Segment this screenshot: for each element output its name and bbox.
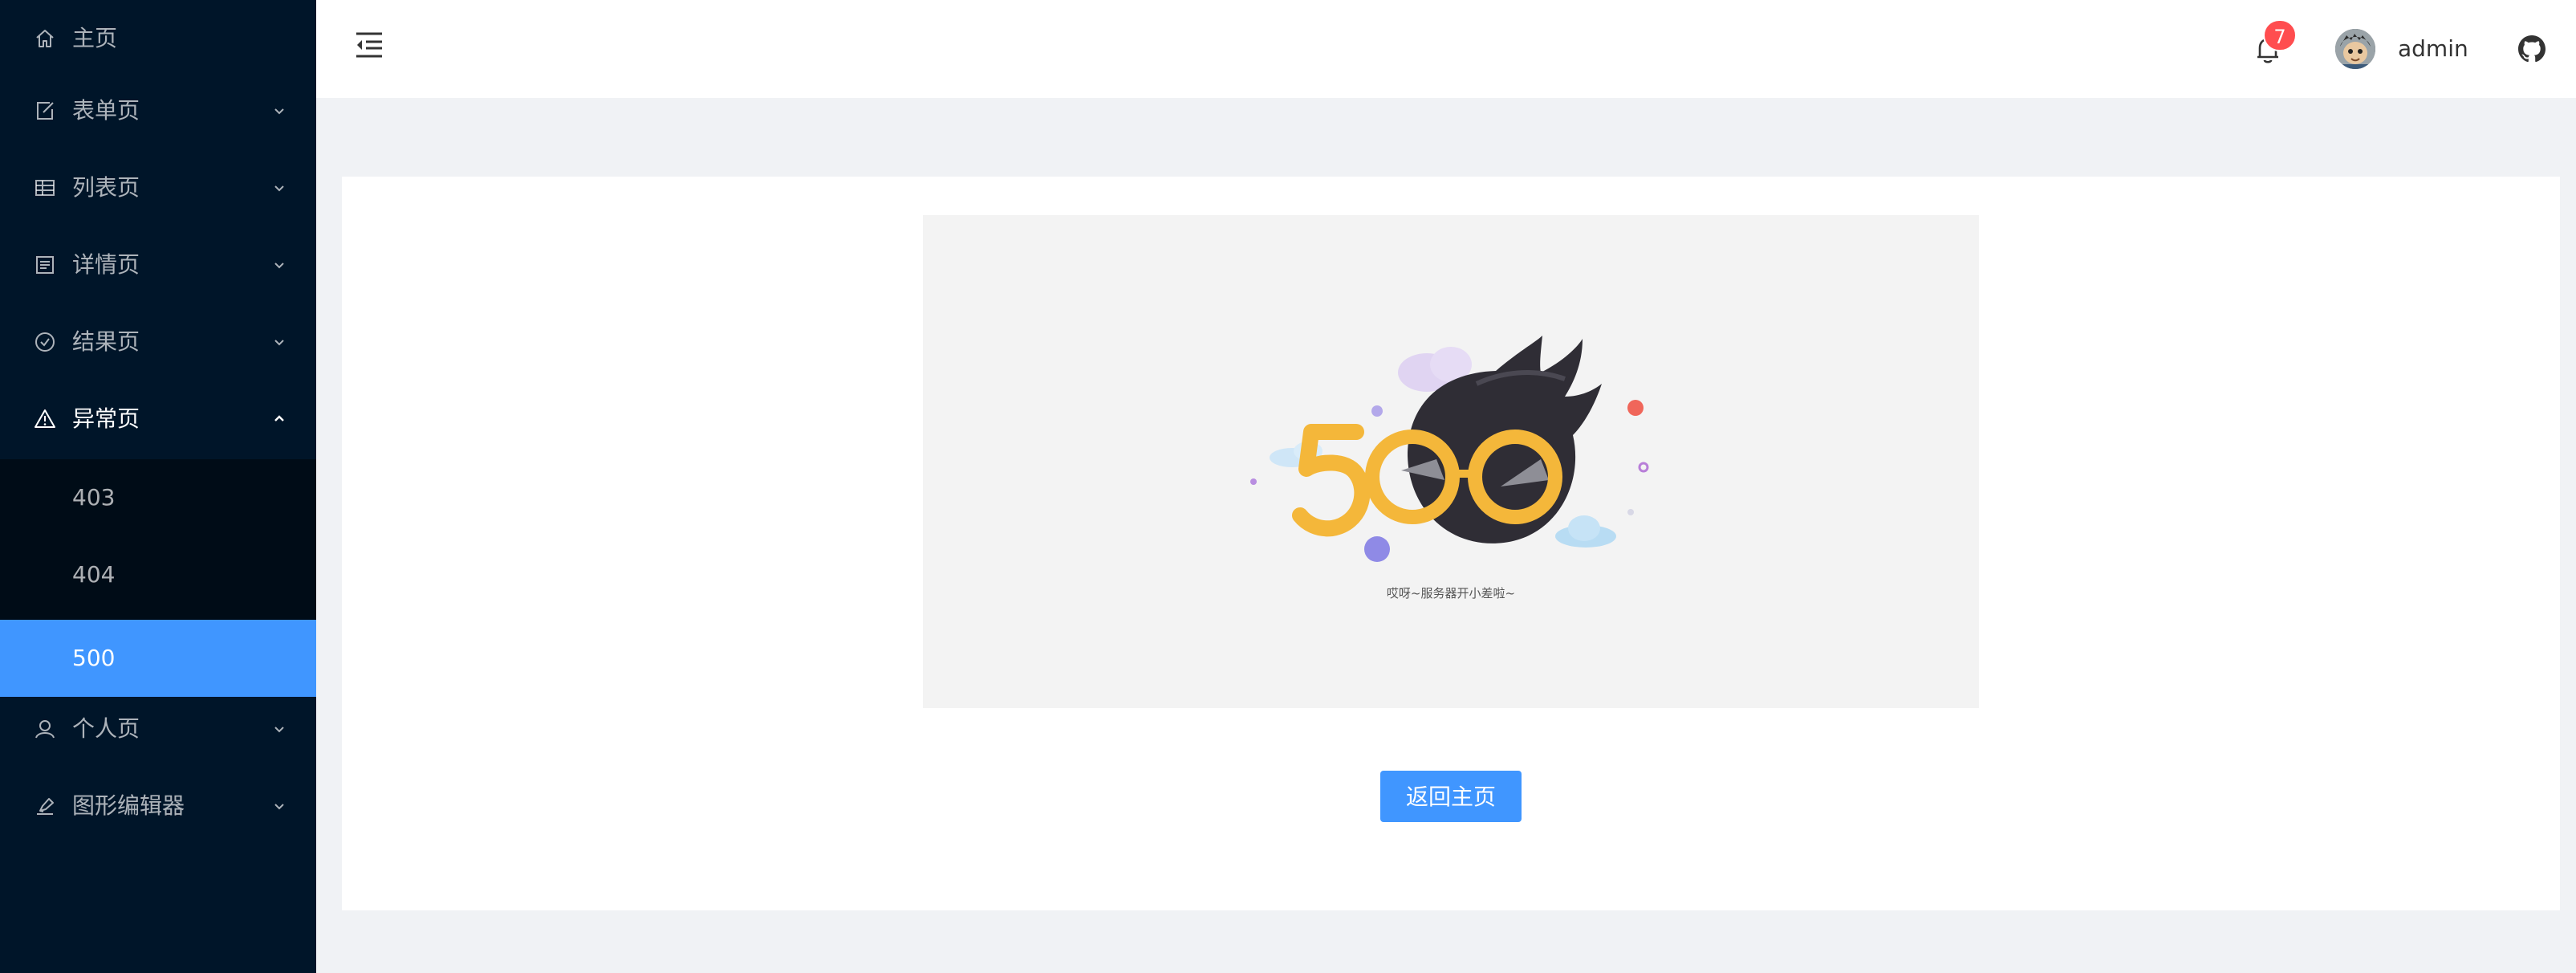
sidebar-item-label: 表单页 (72, 97, 140, 124)
submenu-item-500[interactable]: 500 (0, 620, 316, 697)
check-circle-icon (32, 329, 58, 355)
table-icon (32, 175, 58, 201)
sidebar: 主页 表单页 列表页 详情页 结果页 异常页 403 404 500 个人页 图… (0, 0, 316, 973)
sidebar-item-home[interactable]: 主页 (0, 0, 316, 77)
sidebar-item-list[interactable]: 列表页 (0, 149, 316, 226)
submenu-item-404[interactable]: 404 (0, 536, 316, 613)
username[interactable]: admin (2398, 29, 2468, 69)
user-icon (32, 716, 58, 742)
chevron-down-icon (270, 332, 289, 352)
home-icon (32, 26, 58, 51)
top-header (316, 0, 2576, 98)
highlight-icon (32, 793, 58, 819)
chevron-down-icon (270, 178, 289, 197)
submenu-item-403[interactable]: 403 (0, 459, 316, 536)
sidebar-item-graph-editor[interactable]: 图形编辑器 (0, 767, 316, 845)
sidebar-item-label: 主页 (72, 25, 118, 51)
back-home-button[interactable]: 返回主页 (1380, 771, 1522, 822)
chevron-down-icon (270, 796, 289, 816)
sidebar-item-label: 异常页 (72, 405, 140, 432)
menu-fold-icon[interactable] (353, 29, 385, 61)
github-icon[interactable] (2517, 34, 2547, 64)
chevron-down-icon (270, 255, 289, 275)
chevron-down-icon (270, 101, 289, 120)
error-500-illustration: 哎呀~服务器开小差啦~ (923, 215, 1979, 708)
sidebar-item-label: 个人页 (72, 715, 140, 742)
form-edit-icon (32, 98, 58, 124)
sidebar-item-label: 列表页 (72, 174, 140, 201)
illustration-caption: 哎呀~服务器开小差啦~ (1386, 586, 1516, 600)
profile-icon (32, 252, 58, 278)
warning-icon (32, 406, 58, 432)
sidebar-item-personal[interactable]: 个人页 (0, 690, 316, 767)
chevron-up-icon (270, 409, 289, 429)
chevron-down-icon (270, 719, 289, 739)
sidebar-item-result[interactable]: 结果页 (0, 303, 316, 381)
sidebar-item-exception[interactable]: 异常页 (0, 381, 316, 458)
sidebar-item-label: 详情页 (72, 251, 140, 278)
notification-badge: 7 (2263, 19, 2297, 51)
sidebar-item-detail[interactable]: 详情页 (0, 226, 316, 303)
sidebar-item-label: 图形编辑器 (72, 792, 185, 819)
sidebar-item-form[interactable]: 表单页 (0, 72, 316, 149)
avatar[interactable] (2335, 29, 2375, 69)
sidebar-item-label: 结果页 (72, 328, 140, 355)
